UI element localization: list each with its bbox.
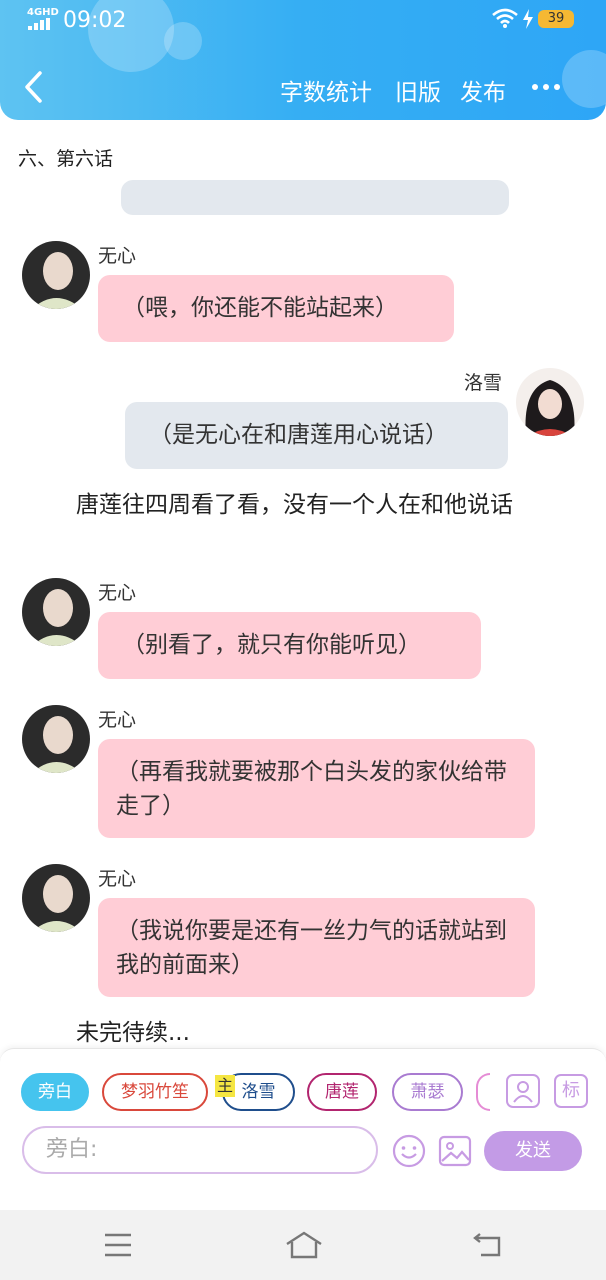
- message-input[interactable]: 旁白:: [22, 1126, 378, 1174]
- word-count-button[interactable]: 字数统计: [280, 73, 372, 107]
- chat-bubble[interactable]: （别看了，就只有你能听见）: [98, 612, 481, 679]
- publish-button[interactable]: 发布: [460, 73, 506, 107]
- role-chip-xiaose[interactable]: 萧瑟: [392, 1073, 463, 1111]
- avatar-wuxin[interactable]: [22, 578, 90, 646]
- avatar-luoxue[interactable]: [516, 368, 584, 436]
- chat-bubble[interactable]: （再看我就要被那个白头发的家伙给带走了）: [98, 739, 535, 838]
- add-role-icon[interactable]: [506, 1074, 540, 1108]
- chat-bubble[interactable]: （喂，你还能不能站起来）: [98, 275, 454, 342]
- network-label: 4GHD: [27, 7, 59, 18]
- top-header: 4GHD 09:02 39 字数统计 旧版 发布: [0, 0, 606, 120]
- avatar-wuxin[interactable]: [22, 241, 90, 309]
- chevron-left-icon[interactable]: [20, 70, 48, 104]
- narration-text: 未完待续...: [76, 1020, 190, 1046]
- system-nav-bar: [0, 1210, 606, 1280]
- role-chip-narration[interactable]: 旁白: [21, 1073, 89, 1111]
- back-icon[interactable]: [472, 1232, 504, 1258]
- battery-indicator: 39: [538, 10, 574, 28]
- role-chip-overflow[interactable]: [476, 1073, 490, 1111]
- avatar-wuxin[interactable]: [22, 705, 90, 773]
- sender-name: 无心: [98, 868, 137, 890]
- wifi-icon: [492, 8, 518, 28]
- charging-icon: [523, 9, 533, 29]
- sender-name: 洛雪: [464, 372, 503, 394]
- main-role-badge: 主: [215, 1075, 235, 1097]
- role-chip-tanglian[interactable]: 唐莲: [307, 1073, 377, 1111]
- old-version-button[interactable]: 旧版: [395, 73, 441, 107]
- status-time: 09:02: [63, 8, 127, 33]
- send-button[interactable]: 发送: [484, 1131, 582, 1171]
- avatar-wuxin[interactable]: [22, 864, 90, 932]
- chat-bubble-partial: [121, 180, 509, 215]
- sender-name: 无心: [98, 245, 137, 267]
- chat-bubble[interactable]: （是无心在和唐莲用心说话）: [125, 402, 508, 469]
- image-icon[interactable]: [438, 1134, 472, 1168]
- menu-icon[interactable]: [103, 1232, 133, 1258]
- sender-name: 无心: [98, 709, 137, 731]
- home-icon[interactable]: [284, 1230, 324, 1260]
- narration-text: 唐莲往四周看了看，没有一个人在和他说话: [76, 492, 513, 518]
- decor-bubble: [562, 50, 606, 108]
- role-chip-mengyu[interactable]: 梦羽竹笙: [102, 1073, 208, 1111]
- mark-button[interactable]: 标: [554, 1074, 588, 1108]
- more-horizontal-icon[interactable]: [532, 84, 560, 90]
- sender-name: 无心: [98, 582, 137, 604]
- chapter-title: 六、第六话: [18, 148, 114, 170]
- chat-bubble[interactable]: （我说你要是还有一丝力气的话就站到我的前面来）: [98, 898, 535, 997]
- status-bar: 4GHD 09:02 39: [0, 0, 606, 40]
- signal-icon: [28, 18, 50, 30]
- emoji-icon[interactable]: [391, 1133, 427, 1169]
